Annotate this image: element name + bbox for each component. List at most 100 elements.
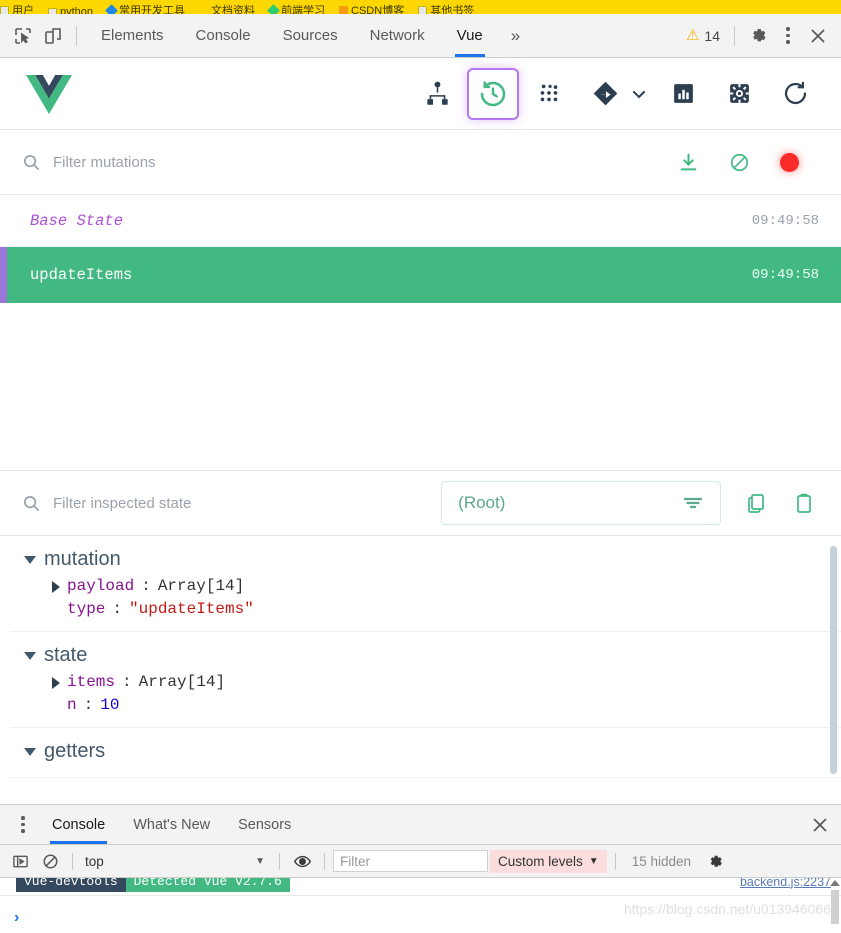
diamond-icon (105, 3, 118, 14)
tab-sources[interactable]: Sources (267, 14, 354, 57)
bookmark-item[interactable]: CSDN博客 (339, 2, 404, 14)
caret-right-icon[interactable] (52, 580, 60, 593)
events-dots-icon[interactable] (523, 68, 575, 120)
bookmark-item[interactable]: 常用开发工具 (105, 2, 185, 14)
performance-bars-icon[interactable] (657, 68, 709, 120)
mutation-name: Base State (30, 211, 124, 230)
live-expression-icon[interactable] (288, 849, 316, 873)
caret-down-icon[interactable] (24, 555, 36, 564)
state-group-header[interactable]: mutation (10, 544, 841, 575)
clear-console-icon[interactable] (36, 849, 64, 873)
bookmark-label: 用户 (12, 5, 34, 14)
mutations-filter-bar (0, 130, 841, 195)
tab-elements[interactable]: Elements (85, 14, 180, 57)
warning-badge[interactable]: ⚠ 14 (680, 28, 726, 44)
module-select[interactable]: (Root) (441, 481, 721, 525)
devtools-close-icon[interactable] (803, 21, 833, 51)
drawer-tab-list: Console What's New Sensors (0, 805, 841, 845)
tab-console[interactable]: Console (180, 14, 267, 57)
components-tree-icon[interactable] (411, 68, 463, 120)
mutation-row-base-state[interactable]: Base State 09:49:58 (0, 195, 841, 247)
caret-right-icon[interactable] (52, 676, 60, 689)
state-colon: : (112, 600, 123, 618)
folder-icon (0, 5, 9, 14)
console-scroll-up-arrow-icon[interactable] (830, 880, 840, 886)
bookmark-label: 其他书签 (430, 5, 475, 14)
bookmark-label: 文档资料 (211, 5, 256, 14)
console-message-row[interactable]: vue-devtools Detected Vue v2.7.6 backend… (0, 878, 841, 896)
vue-toolbar-actions (411, 67, 821, 120)
state-row[interactable]: items: Array[14] (10, 671, 841, 694)
state-key: payload (67, 577, 135, 595)
bookmark-label: python (60, 6, 94, 14)
bookmark-item[interactable]: 文档资料 (199, 2, 255, 14)
state-tree-scrollbar[interactable] (830, 546, 837, 774)
toolbar-divider (279, 852, 280, 870)
state-value: "updateItems" (129, 600, 254, 618)
record-toggle-icon[interactable] (780, 152, 799, 172)
drawer-close-icon[interactable] (799, 816, 841, 834)
state-key: n (67, 696, 77, 714)
device-toolbar-icon[interactable] (38, 21, 68, 51)
routing-diamond-icon[interactable] (579, 68, 631, 120)
inspected-state-tree: mutation payload: Array[14] type: "updat… (0, 536, 841, 804)
filter-lines-icon[interactable] (682, 493, 704, 513)
console-scrollbar[interactable] (831, 890, 839, 924)
drawer-kebab-menu-icon[interactable] (8, 810, 38, 840)
tab-network[interactable]: Network (354, 14, 441, 57)
green-icon (267, 3, 280, 14)
vue-settings-gear-icon[interactable] (713, 68, 765, 120)
vuex-history-icon[interactable] (467, 67, 519, 120)
bookmark-label: 前端学习 (281, 5, 326, 14)
console-source-link[interactable]: backend.js:2237 (740, 878, 831, 889)
filter-inspected-state-input[interactable] (53, 494, 442, 512)
drawer-tab-console[interactable]: Console (38, 805, 119, 844)
more-tabs-icon[interactable]: » (499, 26, 532, 46)
clear-mutations-icon[interactable] (729, 152, 750, 173)
drawer-tab-whats-new[interactable]: What's New (119, 805, 224, 844)
console-settings-icon[interactable] (701, 849, 729, 873)
refresh-icon[interactable] (769, 68, 821, 120)
bookmark-item[interactable]: 前端学习 (267, 2, 326, 14)
state-colon: : (83, 696, 94, 714)
state-group-header[interactable]: state (10, 640, 841, 671)
console-context-select[interactable]: top ▼ (81, 854, 271, 869)
state-colon: : (141, 577, 151, 595)
mutations-list: Base State 09:49:58 updateItems 09:49:58 (0, 195, 841, 470)
console-prompt-row[interactable]: › (0, 904, 841, 932)
filter-mutations-input[interactable] (53, 153, 473, 171)
bookmark-label: CSDN博客 (351, 5, 405, 14)
state-group-mutation: mutation payload: Array[14] type: "updat… (10, 536, 841, 632)
console-levels-select[interactable]: Custom levels ▼ (490, 849, 607, 873)
state-group-title: mutation (44, 548, 121, 570)
state-row[interactable]: n: 10 (10, 694, 841, 717)
bookmark-item[interactable]: 用户 (0, 2, 34, 14)
console-filter-input[interactable] (333, 850, 488, 872)
devtools-kebab-menu-icon[interactable] (773, 21, 803, 51)
search-icon (22, 153, 41, 172)
caret-down-icon[interactable] (24, 651, 36, 660)
state-group-header[interactable]: getters (10, 736, 841, 767)
inspect-element-icon[interactable] (8, 21, 38, 51)
bookmark-item[interactable]: 其他书签 (418, 2, 474, 14)
caret-down-icon[interactable] (24, 747, 36, 756)
paste-icon[interactable] (793, 492, 815, 514)
mutation-row-update-items[interactable]: updateItems 09:49:58 (0, 247, 841, 303)
tab-vue[interactable]: Vue (441, 14, 499, 57)
copy-icon[interactable] (745, 492, 767, 514)
state-row[interactable]: type: "updateItems" (10, 598, 841, 621)
state-row[interactable]: payload: Array[14] (10, 575, 841, 598)
devtools-tabbar-right: ⚠ 14 (680, 21, 833, 51)
console-sidebar-icon[interactable] (6, 849, 34, 873)
console-levels-label: Custom levels (498, 853, 583, 869)
state-value: 10 (100, 696, 120, 714)
state-group-title: state (44, 644, 88, 666)
routing-chevron-down-icon[interactable] (629, 84, 649, 104)
bookmark-item[interactable]: python (48, 6, 93, 14)
inspector-tools (745, 492, 819, 514)
state-group-state: state items: Array[14] n: 10 (10, 632, 841, 728)
drawer-tab-sensors[interactable]: Sensors (224, 805, 305, 844)
export-icon[interactable] (678, 152, 699, 173)
devtools-settings-gear-icon[interactable] (743, 21, 773, 51)
